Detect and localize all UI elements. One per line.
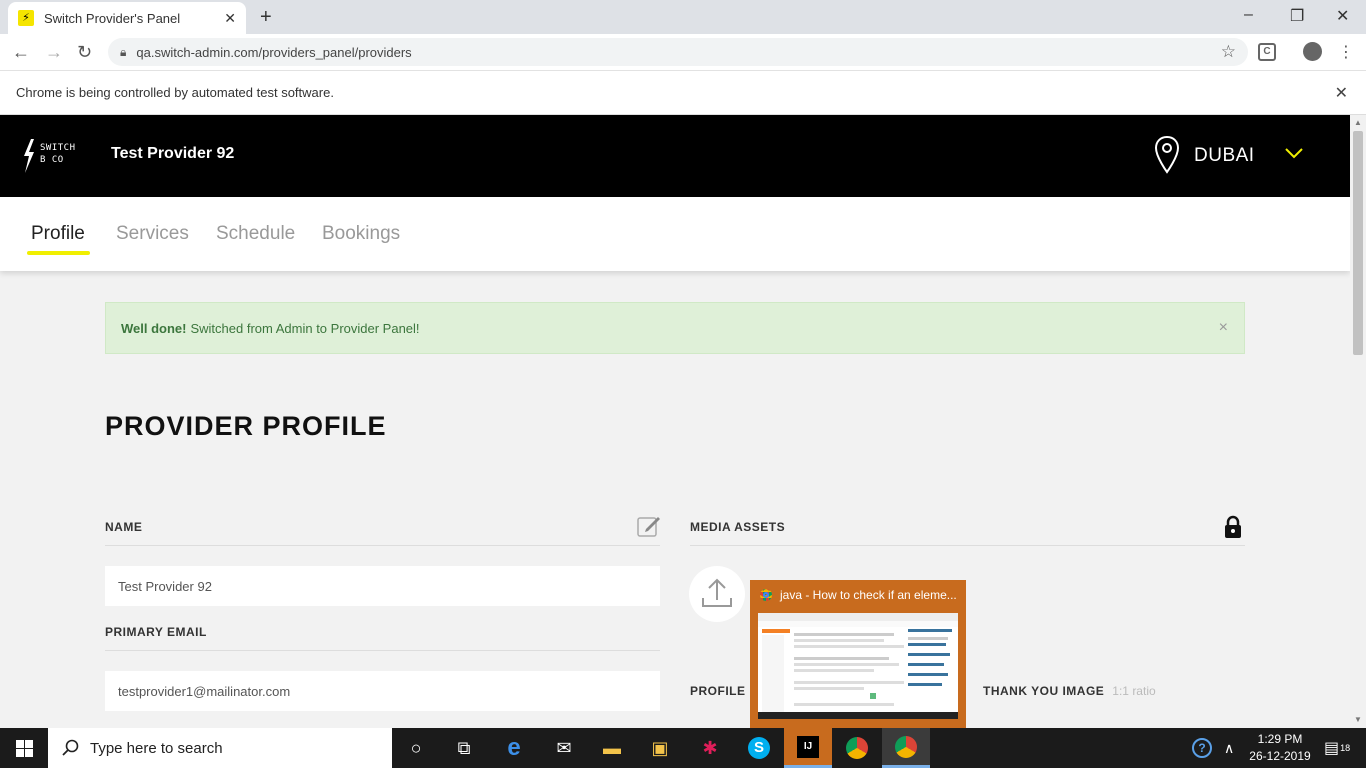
divider — [105, 650, 660, 651]
windows-taskbar: Type here to search ○ ⧉ e ✉ ▬ ▣ ✱ S IJ ?… — [0, 728, 1366, 768]
system-clock[interactable]: 1:29 PM 26-12-2019 — [1240, 731, 1320, 765]
favicon-icon: ⚡ — [18, 10, 34, 26]
success-alert: Well done! Switched from Admin to Provid… — [105, 302, 1245, 354]
minimize-icon[interactable]: – — [1244, 6, 1253, 24]
chrome-icon[interactable] — [833, 728, 881, 768]
tab-title: Switch Provider's Panel — [44, 10, 181, 26]
store-icon[interactable]: ▣ — [636, 728, 684, 768]
intellij-badge: IJ — [797, 735, 819, 758]
tab-profile[interactable]: Profile — [31, 223, 85, 245]
bolt-logo-icon — [24, 139, 34, 173]
notification-icon[interactable]: ▤ 18 — [1324, 728, 1350, 768]
preview-thumbnail — [758, 613, 958, 719]
scroll-up-icon[interactable]: ▲ — [1354, 118, 1362, 127]
chevron-down-icon[interactable] — [1285, 147, 1303, 159]
name-label: NAME — [105, 520, 143, 534]
profile-icon[interactable] — [1303, 42, 1322, 61]
vertical-scrollbar[interactable]: ▲ ▼ — [1350, 115, 1366, 728]
restore-icon[interactable]: ❐ — [1290, 6, 1304, 26]
taskbar-window-preview[interactable]: java - How to check if an eleme... — [750, 580, 966, 728]
task-view-icon[interactable]: ⧉ — [440, 728, 488, 768]
bookmark-star-icon[interactable]: ☆ — [1221, 42, 1236, 62]
media-assets-label: MEDIA ASSETS — [690, 520, 786, 534]
close-window-icon[interactable]: ✕ — [1336, 6, 1349, 26]
infobar-text: Chrome is being controlled by automated … — [16, 85, 334, 100]
tab-services[interactable]: Services — [116, 223, 189, 245]
notification-count: 18 — [1340, 743, 1351, 753]
upload-button[interactable] — [689, 566, 745, 622]
page-title: PROVIDER PROFILE — [105, 411, 387, 441]
reload-icon[interactable]: ↻ — [77, 42, 92, 63]
tray-chevron-up-icon[interactable]: ∧ — [1224, 728, 1234, 768]
file-explorer-icon[interactable]: ▬ — [588, 728, 636, 768]
taskbar-search[interactable]: Type here to search — [48, 728, 392, 768]
slack-icon[interactable]: ✱ — [686, 728, 734, 768]
location-pin-icon — [1154, 135, 1180, 174]
edge-icon[interactable]: e — [490, 728, 538, 768]
thank-you-image-text: THANK YOU IMAGE — [983, 684, 1105, 698]
back-icon[interactable]: ← — [12, 42, 30, 63]
divider — [105, 545, 660, 546]
clock-date: 26-12-2019 — [1249, 749, 1311, 763]
lock-icon[interactable] — [1224, 515, 1242, 539]
alert-bold: Well done! — [121, 320, 187, 336]
logo-text-2: B CO — [40, 155, 64, 165]
windows-start-icon[interactable] — [16, 740, 33, 757]
clock-time: 1:29 PM — [1257, 732, 1303, 746]
scroll-thumb[interactable] — [1353, 131, 1363, 355]
address-bar[interactable]: 🔒︎ qa.switch-admin.com/providers_panel/p… — [108, 38, 1248, 66]
browser-toolbar: ← → ↻ 🔒︎ qa.switch-admin.com/providers_p… — [0, 34, 1366, 71]
chrome-icon — [760, 589, 772, 601]
provider-name: Test Provider 92 — [111, 145, 235, 162]
primary-email-field[interactable]: testprovider1@mailinator.com — [105, 671, 660, 711]
help-icon[interactable]: ? — [1192, 728, 1212, 768]
tab-schedule[interactable]: Schedule — [216, 223, 295, 245]
url-text: qa.switch-admin.com/providers_panel/prov… — [136, 44, 412, 60]
ratio-hint: 1:1 ratio — [1112, 684, 1156, 698]
page-viewport: SWITCH B CO Test Provider 92 DUBAI Profi… — [0, 115, 1350, 728]
provider-tabs: Profile Services Schedule Bookings — [0, 197, 1350, 271]
menu-icon[interactable]: ⋮ — [1338, 42, 1354, 62]
extension-icon[interactable]: C — [1258, 43, 1276, 61]
primary-email-label: PRIMARY EMAIL — [105, 625, 207, 639]
active-tab-underline — [27, 251, 90, 255]
chrome-icon[interactable] — [882, 728, 930, 768]
browser-tab[interactable]: ⚡ Switch Provider's Panel ✕ — [8, 2, 246, 34]
city-selector[interactable]: DUBAI — [1194, 145, 1255, 167]
app-header: SWITCH B CO Test Provider 92 DUBAI — [0, 115, 1350, 197]
cortana-icon[interactable]: ○ — [392, 728, 440, 768]
new-tab-icon[interactable]: + — [260, 6, 272, 29]
forward-icon[interactable]: → — [45, 42, 63, 63]
mail-icon[interactable]: ✉ — [540, 728, 588, 768]
switch-logo[interactable]: SWITCH B CO — [22, 139, 82, 175]
divider — [690, 545, 1245, 546]
tab-bookings[interactable]: Bookings — [322, 223, 400, 245]
preview-title: java - How to check if an eleme... — [780, 588, 957, 602]
intellij-icon[interactable]: IJ — [784, 728, 832, 768]
profile-image-label: PROFILE I — [690, 684, 754, 698]
upload-icon — [702, 578, 732, 607]
infobar-close-icon[interactable]: ✕ — [1335, 83, 1348, 103]
name-field[interactable]: Test Provider 92 — [105, 566, 660, 606]
thumbnail-image — [758, 613, 958, 719]
browser-tab-strip: ⚡ Switch Provider's Panel ✕ + – ❐ ✕ — [0, 0, 1366, 34]
alert-message: Switched from Admin to Provider Panel! — [190, 320, 420, 336]
automation-infobar: Chrome is being controlled by automated … — [0, 71, 1366, 115]
alert-close-icon[interactable]: × — [1219, 319, 1228, 337]
edit-icon[interactable] — [636, 514, 661, 539]
scroll-down-icon[interactable]: ▼ — [1354, 715, 1362, 724]
lock-icon: 🔒︎ — [120, 44, 127, 59]
skype-badge: S — [748, 737, 770, 759]
tab-close-icon[interactable]: ✕ — [224, 10, 236, 27]
search-placeholder: Type here to search — [90, 739, 223, 757]
thank-you-image-label: THANK YOU IMAGE 1:1 ratio — [983, 684, 1156, 698]
logo-text-1: SWITCH — [40, 143, 76, 153]
search-icon — [62, 739, 79, 756]
skype-icon[interactable]: S — [735, 728, 783, 768]
